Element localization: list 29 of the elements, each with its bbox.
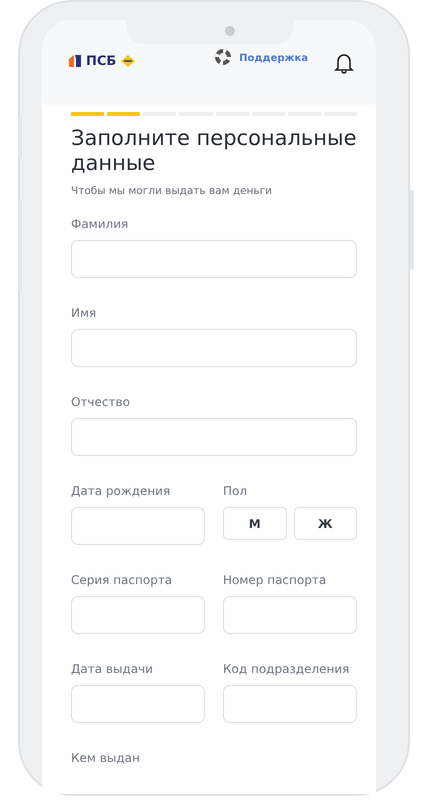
field-label: Пол bbox=[223, 484, 248, 500]
input-field[interactable] bbox=[71, 418, 357, 456]
field-label: Дата рождения bbox=[71, 484, 172, 500]
field-label: Кем выдан bbox=[71, 751, 141, 767]
input-field[interactable] bbox=[223, 596, 357, 634]
support-link[interactable]: Поддержка bbox=[239, 52, 308, 64]
field-label: Серия паспорта bbox=[71, 573, 174, 589]
field-label: Имя bbox=[71, 306, 98, 322]
camera-icon bbox=[225, 26, 235, 36]
logo-icon bbox=[68, 54, 82, 68]
gender-option[interactable]: Ж bbox=[294, 507, 357, 540]
input-field[interactable] bbox=[71, 596, 205, 634]
page-title: Заполните персональные данные bbox=[71, 126, 357, 176]
input-field[interactable] bbox=[71, 685, 205, 723]
field-label: Отчество bbox=[71, 395, 131, 411]
input-field[interactable] bbox=[71, 329, 357, 367]
input-field[interactable] bbox=[223, 685, 357, 723]
field-label: Номер паспорта bbox=[223, 573, 328, 589]
logo-text: ПСБ bbox=[86, 54, 116, 68]
field-label: Код подразделения bbox=[223, 662, 350, 678]
input-field[interactable] bbox=[71, 507, 205, 545]
input-field[interactable] bbox=[71, 240, 357, 278]
page-subtitle: Чтобы мы могли выдать вам деньги bbox=[71, 185, 273, 197]
bell-icon[interactable] bbox=[334, 52, 354, 74]
gender-option[interactable]: М bbox=[223, 507, 286, 540]
lifebuoy-icon[interactable] bbox=[215, 49, 232, 65]
mascot-icon bbox=[120, 54, 136, 68]
field-label: Фамилия bbox=[71, 217, 130, 233]
field-label: Дата выдачи bbox=[71, 662, 154, 678]
